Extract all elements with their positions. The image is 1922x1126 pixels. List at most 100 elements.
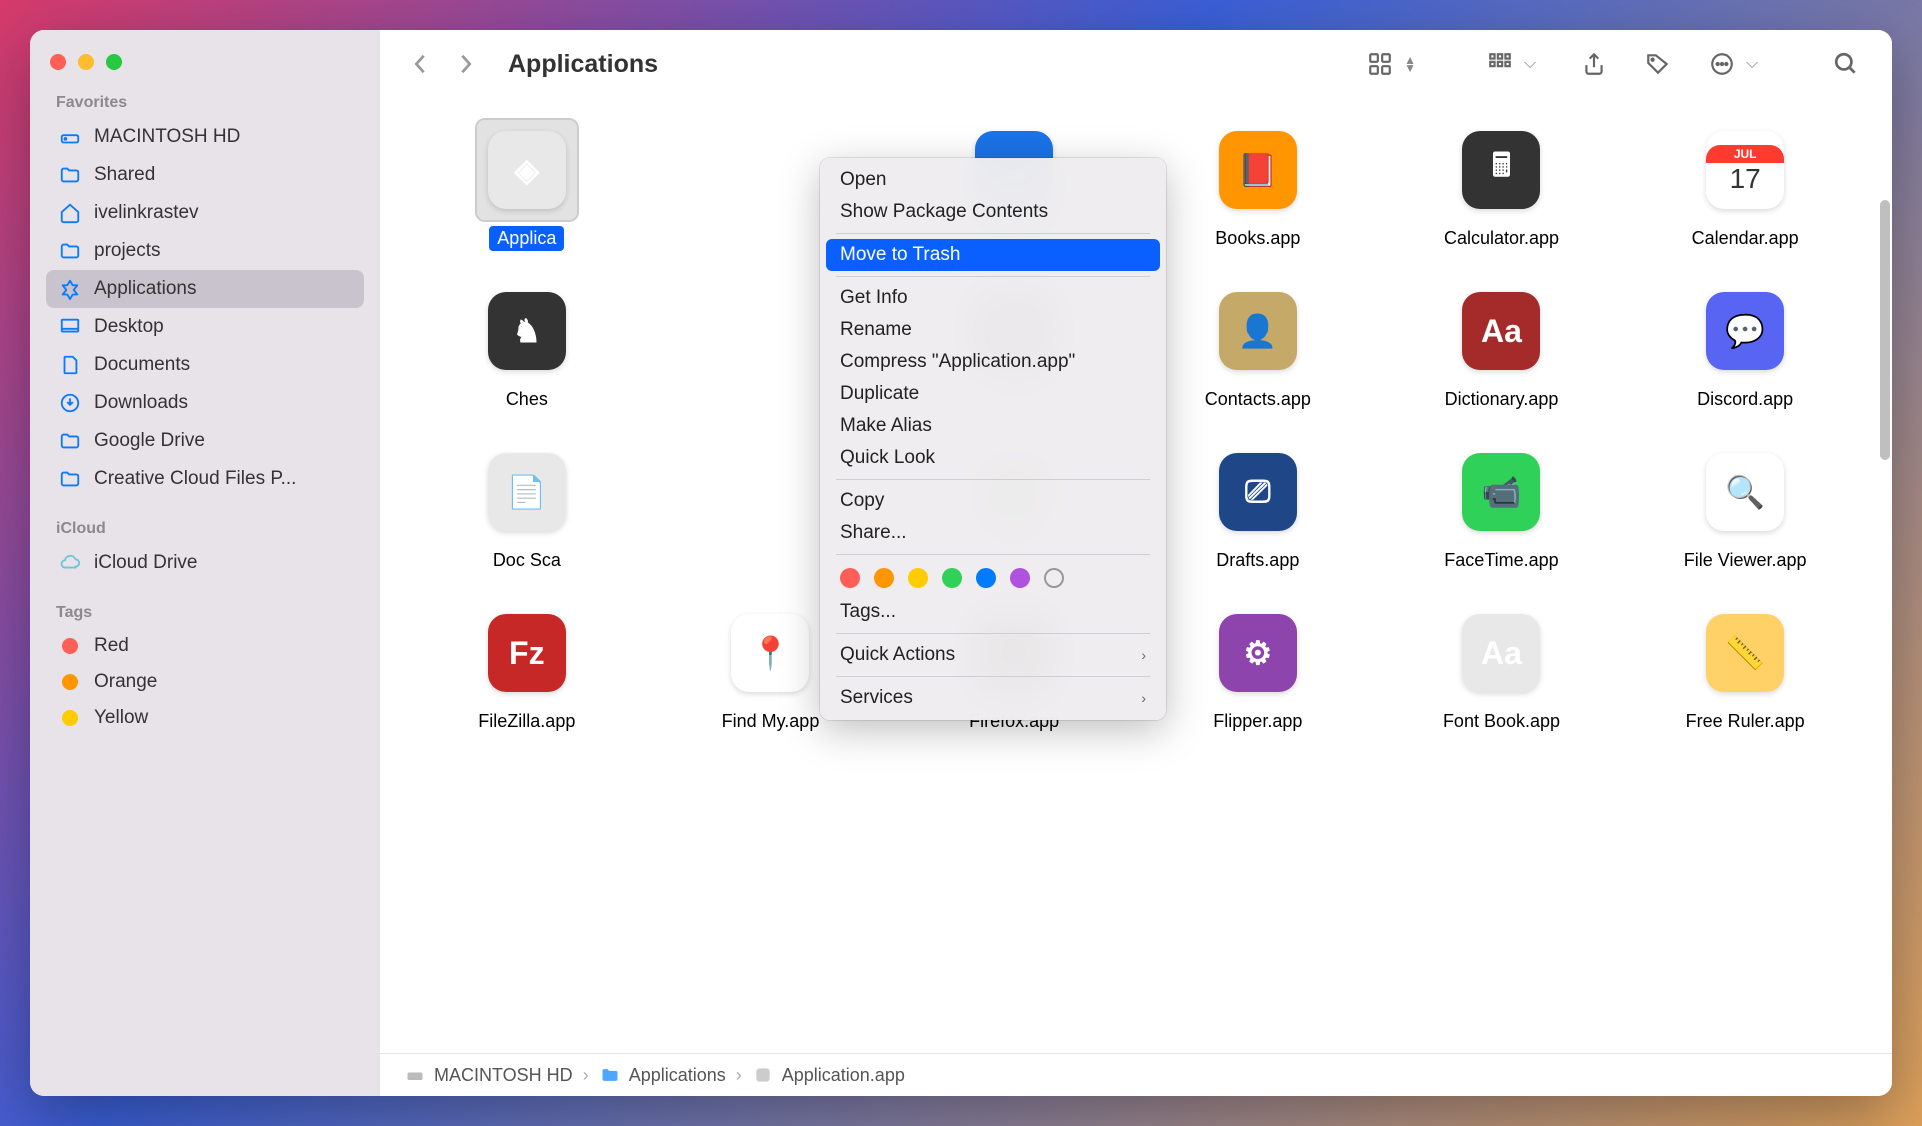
chevron-down-icon[interactable]: ⌵ <box>1746 55 1758 73</box>
view-icon-grid-button[interactable] <box>1360 46 1400 82</box>
sidebar-item-label: Shared <box>94 164 155 186</box>
pathbar-item[interactable]: Applications <box>599 1064 726 1086</box>
file-label: File Viewer.app <box>1676 548 1815 573</box>
file-item[interactable]: ⎚Drafts.app <box>1141 436 1375 573</box>
file-label: Calculator.app <box>1436 226 1567 251</box>
toolbar: Applications ▲▼ ⌵ <box>380 30 1892 98</box>
file-item[interactable]: JUL17Calendar.app <box>1628 114 1862 251</box>
more-actions-button[interactable] <box>1702 46 1742 82</box>
scrollbar[interactable] <box>1880 200 1890 460</box>
file-item[interactable]: ⚙Flipper.app <box>1141 597 1375 734</box>
app-icon: 🔍 <box>1695 442 1795 542</box>
sidebar-item-label: Documents <box>94 354 190 376</box>
share-button[interactable] <box>1574 46 1614 82</box>
menu-item-services[interactable]: Services › <box>826 682 1160 714</box>
menu-item-copy[interactable]: Copy <box>826 485 1160 517</box>
sidebar-tag-red[interactable]: Red <box>46 628 364 664</box>
sidebar-tag-orange[interactable]: Orange <box>46 664 364 700</box>
stepper-icon[interactable]: ▲▼ <box>1404 56 1416 72</box>
file-item[interactable]: ♞Ches <box>410 275 644 412</box>
sidebar-favorite-projects[interactable]: projects <box>46 232 364 270</box>
sidebar-favorite-home[interactable]: ivelinkrastev <box>46 194 364 232</box>
finder-window: Favorites MACINTOSH HD Shared ivelinkraste… <box>30 30 1892 1096</box>
sidebar-item-label: Applications <box>94 278 196 300</box>
folder-icon <box>58 467 82 491</box>
file-item[interactable]: 🖩Calculator.app <box>1385 114 1619 251</box>
menu-tag-dot[interactable] <box>908 568 928 588</box>
menu-item-make-alias[interactable]: Make Alias <box>826 410 1160 442</box>
file-item[interactable]: 📹FaceTime.app <box>1385 436 1619 573</box>
sidebar-item-label: Downloads <box>94 392 188 414</box>
pathbar-label: Application.app <box>782 1065 905 1086</box>
menu-item-move-to-trash[interactable]: Move to Trash <box>826 239 1160 271</box>
group-by-button[interactable] <box>1480 46 1520 82</box>
menu-divider <box>836 233 1150 234</box>
traffic-lights <box>50 54 364 70</box>
desktop-icon <box>58 315 82 339</box>
menu-item-quick-actions[interactable]: Quick Actions› <box>826 639 1160 671</box>
menu-item-open[interactable]: Open <box>826 164 1160 196</box>
sidebar-favorite-apps[interactable]: Applications <box>46 270 364 308</box>
file-item[interactable]: 💬Discord.app <box>1628 275 1862 412</box>
menu-tag-dot[interactable] <box>1010 568 1030 588</box>
menu-item-label: Services <box>840 687 913 709</box>
sidebar-item-label: MACINTOSH HD <box>94 126 240 148</box>
menu-tag-dot[interactable] <box>874 568 894 588</box>
home-icon <box>58 201 82 225</box>
chevron-down-icon[interactable]: ⌵ <box>1524 55 1536 73</box>
sidebar-favorite-downloads[interactable]: Downloads <box>46 384 364 422</box>
menu-item-duplicate[interactable]: Duplicate <box>826 378 1160 410</box>
menu-divider <box>836 479 1150 480</box>
menu-divider <box>836 554 1150 555</box>
chevron-right-icon: › <box>1141 690 1146 706</box>
file-item[interactable]: AaDictionary.app <box>1385 275 1619 412</box>
tag-label: Yellow <box>94 707 148 729</box>
sidebar-tag-yellow[interactable]: Yellow <box>46 700 364 736</box>
sidebar-favorite-hd[interactable]: MACINTOSH HD <box>46 118 364 156</box>
tags-button[interactable] <box>1638 46 1678 82</box>
sidebar-favorite-desktop[interactable]: Desktop <box>46 308 364 346</box>
file-label: Applica <box>489 226 564 251</box>
menu-item-rename[interactable]: Rename <box>826 314 1160 346</box>
menu-tag-dot[interactable] <box>840 568 860 588</box>
sidebar-favorite-gdrive[interactable]: Google Drive <box>46 422 364 460</box>
drive-icon <box>404 1064 426 1086</box>
file-item[interactable]: 👤Contacts.app <box>1141 275 1375 412</box>
menu-tag-dot[interactable] <box>976 568 996 588</box>
menu-item-tags[interactable]: Tags... <box>826 596 1160 628</box>
sidebar-favorite-documents[interactable]: Documents <box>46 346 364 384</box>
file-item[interactable]: ◈Applica <box>410 114 644 251</box>
back-button[interactable] <box>406 50 434 78</box>
file-item[interactable]: 📕Books.app <box>1141 114 1375 251</box>
menu-tag-dot[interactable] <box>942 568 962 588</box>
app-icon: 👤 <box>1208 281 1308 381</box>
menu-item-quick-look[interactable]: Quick Look <box>826 442 1160 474</box>
menu-item-share[interactable]: Share... <box>826 517 1160 549</box>
sidebar-icloud-icd[interactable]: iCloud Drive <box>46 544 364 582</box>
menu-item-compress-application-app[interactable]: Compress "Application.app" <box>826 346 1160 378</box>
search-button[interactable] <box>1826 46 1866 82</box>
file-label: Free Ruler.app <box>1678 709 1813 734</box>
download-icon <box>58 391 82 415</box>
file-item[interactable]: 📄Doc Sca <box>410 436 644 573</box>
file-item[interactable]: 📏Free Ruler.app <box>1628 597 1862 734</box>
minimize-button[interactable] <box>78 54 94 70</box>
sidebar-favorite-shared[interactable]: Shared <box>46 156 364 194</box>
context-menu: OpenShow Package Contents Move to Trash Ge… <box>820 158 1166 720</box>
menu-tag-none[interactable] <box>1044 568 1064 588</box>
close-button[interactable] <box>50 54 66 70</box>
file-item[interactable]: 🔍 File Viewer.app <box>1628 436 1862 573</box>
menu-item-show-package-contents[interactable]: Show Package Contents <box>826 196 1160 228</box>
pathbar-item[interactable]: MACINTOSH HD <box>404 1064 573 1086</box>
maximize-button[interactable] <box>106 54 122 70</box>
window-title: Applications <box>508 50 1336 79</box>
file-item[interactable]: FzFileZilla.app <box>410 597 644 734</box>
sidebar-favorite-cc[interactable]: Creative Cloud Files P... <box>46 460 364 498</box>
menu-item-get-info[interactable]: Get Info <box>826 282 1160 314</box>
favorites-header: Favorites <box>56 94 364 112</box>
pathbar-item[interactable]: Application.app <box>752 1064 905 1086</box>
file-item[interactable]: AaFont Book.app <box>1385 597 1619 734</box>
forward-button[interactable] <box>452 50 480 78</box>
apps-icon <box>58 277 82 301</box>
menu-divider <box>836 633 1150 634</box>
